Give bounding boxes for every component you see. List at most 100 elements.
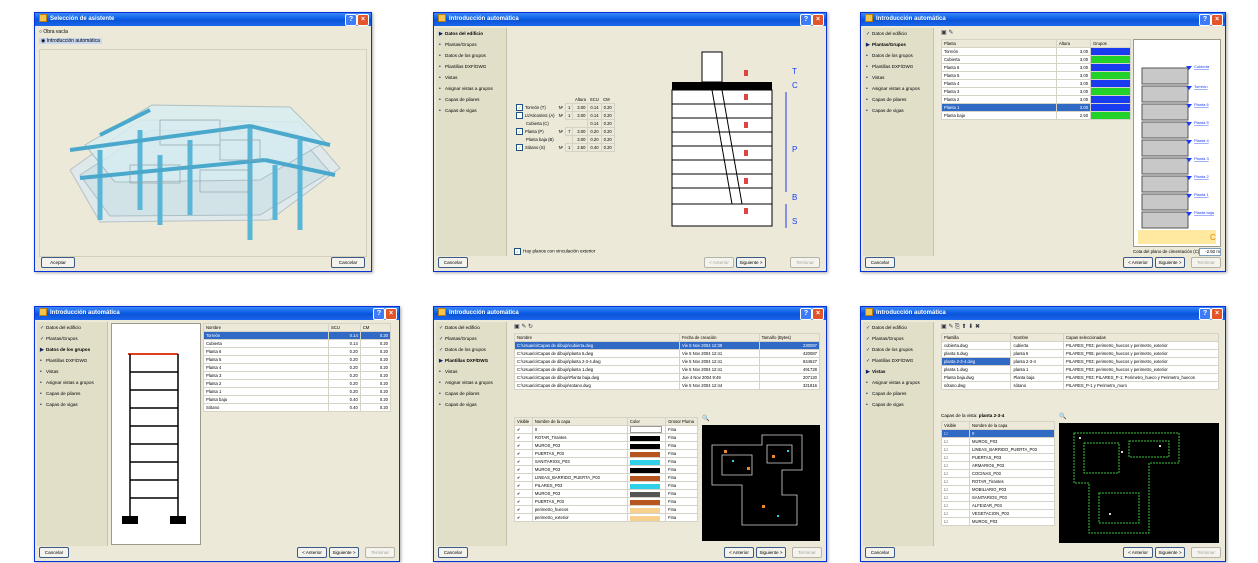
layer-row[interactable]: ☐ SANITARIOS_P03 [941,493,1055,502]
add-view-icon[interactable]: ▣ [941,324,947,330]
group-cell[interactable] [1090,95,1131,104]
table-row[interactable]: sótano.dwg sótano PILARES_P-1 y Perimetro_… [940,381,1219,390]
scu-field[interactable]: 0.14 [587,111,602,120]
next-button[interactable]: Siguiente > [756,547,786,558]
layer-pen[interactable]: Fina [665,513,698,523]
down-icon[interactable]: ⬇ [968,324,973,330]
cm-field[interactable]: 0.20 [600,103,615,112]
cm-field[interactable]: 0.20 [600,135,615,144]
group-cell[interactable] [1090,55,1131,64]
height-field[interactable]: 3.00 [572,135,589,144]
visible-checkbox[interactable]: ☐ [941,453,970,462]
scu-field[interactable]: 0.14 [587,119,602,128]
delete-file-icon[interactable]: ✎ [521,324,526,330]
table-row[interactable]: Planta 4 3.00 [941,79,1131,88]
layer-row[interactable]: ☐ COCINAS_P03 [941,469,1055,478]
group-cell[interactable] [1090,71,1131,80]
layer-pen[interactable]: Fina [665,481,698,491]
visible-checkbox[interactable]: ☐ [941,429,970,438]
sidebar-item-beam-layers[interactable]: • Capas de vigas [37,399,107,410]
layer-row[interactable]: ✔ MUROS_P03 Fina [514,465,698,475]
foundation-level-field[interactable]: -2.50 m [1199,248,1221,256]
option-empty[interactable]: ○ Obra vacía [39,29,68,35]
group-cell[interactable] [1090,87,1131,96]
scu-field[interactable]: 0.20 [587,135,602,144]
layer-row[interactable]: ✔ SANITARIOS_P03 Fina [514,457,698,467]
table-row[interactable]: Cubierta 3.00 [941,55,1131,64]
close-icon[interactable]: × [812,308,824,320]
table-row[interactable]: C:\Usuario\Capas de dibujo\planta 1.dwg V… [514,365,821,374]
cm-field[interactable]: 0.20 [600,111,615,120]
group-cell[interactable] [1090,103,1131,112]
add-file-icon[interactable]: ▣ [514,324,520,330]
sidebar-item-assign-views[interactable]: • Asignar vistas a grupos [37,377,107,388]
finish-button[interactable]: Terminar [1191,257,1221,268]
cm-value[interactable]: 0.20 [359,387,392,396]
prev-button[interactable]: < Anterior [1123,257,1153,268]
visible-checkbox[interactable]: ✔ [514,424,533,435]
next-button[interactable]: Siguiente > [1155,257,1185,268]
sidebar-item-beam-layers[interactable]: • Capas de vigas [436,399,506,410]
group-cell[interactable] [1090,79,1131,88]
visible-checkbox[interactable]: ☐ [941,469,970,478]
table-row-selected[interactable]: C:\Usuario\Capas de dibujo\cubierta.dwg V… [514,341,821,350]
visible-checkbox[interactable]: ☐ [941,461,970,470]
help-icon[interactable]: ? [345,14,357,26]
floor-height[interactable]: 3.00 [1055,95,1092,104]
layer-pen[interactable]: Fina [665,473,698,483]
layer-color[interactable] [626,489,667,499]
visible-checkbox[interactable]: ✔ [514,481,533,491]
cm-field[interactable]: 0.20 [600,127,615,136]
cm-value[interactable]: 0.20 [359,371,392,380]
layer-row[interactable]: ✔ PILARES_P03 Fina [514,481,698,491]
visible-checkbox[interactable]: ✔ [514,441,533,451]
layer-row[interactable]: ✔ PUERTAS_P03 Fina [514,497,698,507]
layer-row[interactable]: ☐ ARMARIOS_P03 [941,461,1055,470]
height-field[interactable]: 3.00 [572,103,589,112]
table-row[interactable]: Planta 3 3.00 [941,87,1131,96]
visible-checkbox[interactable]: ✔ [514,489,533,499]
view-name[interactable]: cubierta [1010,341,1064,350]
visible-checkbox[interactable]: ✔ [514,433,533,443]
visible-checkbox[interactable]: ✔ [514,513,533,523]
table-row[interactable]: Planta baja 2.50 [941,111,1131,120]
option-auto[interactable]: ◉ Introducción automática [39,38,102,44]
table-row-selected[interactable]: Torreón 0.14 0.20 [203,331,392,340]
height-field[interactable]: 3.00 [572,111,589,120]
cancel-button[interactable]: Cancelar [331,257,365,268]
table-row[interactable]: Planta baja 0.40 0.20 [203,395,392,404]
sidebar-item-beam-layers[interactable]: • Capas de vigas [436,105,506,116]
sidebar-item-group-data[interactable]: • Datos de los grupos [863,50,933,61]
table-row-selected[interactable]: planta 2-3-4.dwg planta 2-3-4 PILARES_P03;… [940,357,1219,366]
prev-button[interactable]: < Anterior [724,547,754,558]
layer-pen[interactable]: Fina [665,505,698,515]
visible-checkbox[interactable]: ☐ [941,477,970,486]
visible-checkbox[interactable]: ☐ [941,509,970,518]
visible-checkbox[interactable]: ✔ [514,449,533,459]
sidebar-item-column-layers[interactable]: • Capas de pilares [863,388,933,399]
layer-color[interactable] [626,433,667,443]
layer-color[interactable] [626,457,667,467]
close-icon[interactable]: × [385,308,397,320]
close-icon[interactable]: × [812,14,824,26]
visible-checkbox[interactable]: ☐ [941,493,970,502]
prev-button[interactable]: < Anterior [1123,547,1153,558]
sidebar-item-group-data[interactable]: ✓ Datos de los grupos [863,344,933,355]
layer-row[interactable]: ✔ MUROS_P03 Fina [514,489,698,499]
visible-checkbox[interactable]: ☐ [941,517,970,526]
cancel-button[interactable]: Cancelar [865,547,895,558]
scu-value[interactable]: 0.20 [328,371,361,380]
layer-row[interactable]: ☐ PUERTAS_P03 [941,453,1055,462]
layer-pen[interactable]: Fina [665,424,698,435]
layer-pen[interactable]: Fina [665,441,698,451]
view-name[interactable]: sótano [1010,381,1064,390]
cm-value[interactable]: 0.20 [359,331,392,340]
table-row[interactable]: C:\Usuario\Capas de dibujo\Planta baja.d… [514,373,821,382]
sidebar-item-templates[interactable]: • Plantillas DXF/DWG [37,355,107,366]
layer-color[interactable] [626,473,667,483]
table-row[interactable]: Planta 3 0.20 0.20 [203,371,392,380]
table-row[interactable]: Planta 5 0.20 0.20 [203,355,392,364]
cm-value[interactable]: 0.20 [359,403,392,412]
floor-height[interactable]: 3.00 [1055,87,1092,96]
sidebar-item-floors[interactable]: ✓ Plantas/Grupos [863,333,933,344]
